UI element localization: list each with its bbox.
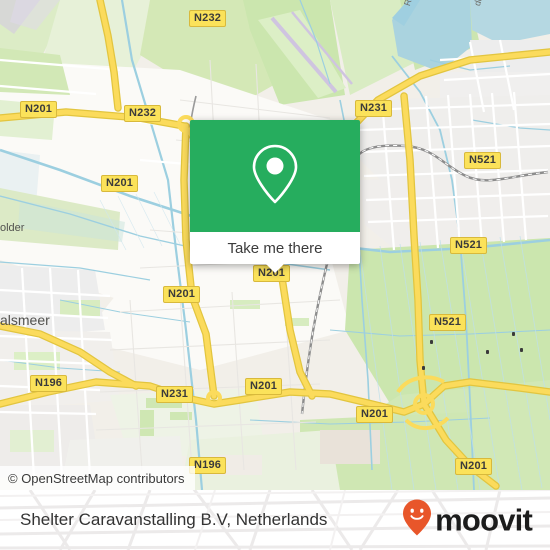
road-shield-n201[interactable]: N201 bbox=[20, 101, 58, 118]
location-popup-card[interactable]: Take me there bbox=[190, 120, 360, 273]
road-shield-n521[interactable]: N521 bbox=[464, 152, 502, 169]
road-shield-n232[interactable]: N232 bbox=[189, 10, 227, 27]
popup-marker-panel[interactable] bbox=[190, 120, 360, 232]
map-pin-icon bbox=[249, 142, 301, 211]
road-shield-n231[interactable]: N231 bbox=[355, 100, 393, 117]
moovit-wordmark: moovit bbox=[435, 502, 533, 538]
map-poi-dot bbox=[422, 366, 425, 370]
map-attribution[interactable]: © OpenStreetMap contributors bbox=[0, 466, 195, 490]
road-shield-n521[interactable]: N521 bbox=[450, 237, 488, 254]
road-shield-n201[interactable]: N201 bbox=[101, 175, 139, 192]
map-poi-dot bbox=[430, 340, 433, 344]
road-shield-n201[interactable]: N201 bbox=[356, 406, 394, 423]
map-place-label-polder: older bbox=[0, 222, 25, 234]
map-poi-dot bbox=[486, 350, 489, 354]
map-poi-dot bbox=[512, 332, 515, 336]
road-shield-n201[interactable]: N201 bbox=[163, 286, 201, 303]
road-shield-n521[interactable]: N521 bbox=[429, 314, 467, 331]
attribution-text: © OpenStreetMap contributors bbox=[8, 470, 185, 486]
take-me-there-button[interactable]: Take me there bbox=[190, 232, 360, 264]
road-shield-n201[interactable]: N201 bbox=[455, 458, 493, 475]
road-shield-n196[interactable]: N196 bbox=[30, 375, 68, 392]
map-poi-dot bbox=[520, 348, 523, 352]
map-place-label-aalsmeer: alsmeer bbox=[0, 312, 50, 328]
footer-bar: Shelter Caravanstalling B.V, Netherlands… bbox=[0, 490, 550, 550]
popup-pointer-tail bbox=[265, 263, 285, 273]
road-shield-n201[interactable]: N201 bbox=[245, 378, 283, 395]
page-title: Shelter Caravanstalling B.V, Netherlands bbox=[20, 510, 328, 529]
moovit-logo[interactable]: moovit bbox=[402, 499, 533, 542]
road-shield-n231[interactable]: N231 bbox=[156, 386, 194, 403]
take-me-there-label: Take me there bbox=[227, 239, 323, 257]
smiling-pin-icon bbox=[402, 499, 432, 542]
moovit-map-page: Ringvaart de Poel alsmeer older N232 N20… bbox=[0, 0, 550, 550]
road-shield-n232[interactable]: N232 bbox=[124, 105, 162, 122]
road-shield-n196[interactable]: N196 bbox=[189, 457, 227, 474]
